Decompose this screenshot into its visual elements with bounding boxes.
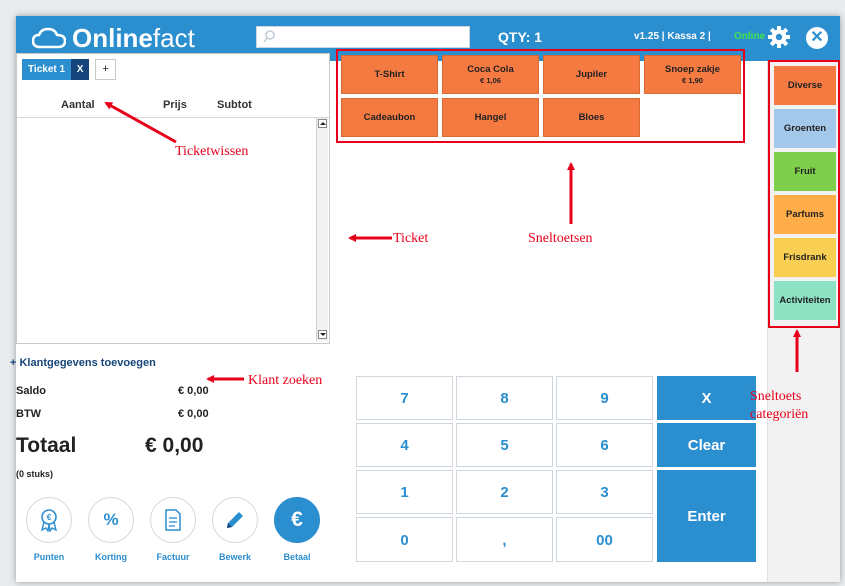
korting-button[interactable]: % [88, 497, 134, 543]
shortcut-price: € 1,90 [682, 76, 703, 85]
gear-icon [768, 26, 790, 48]
shortcut-label: Cadeaubon [363, 112, 416, 123]
logo-bold: Online [72, 22, 153, 53]
betaal-label: Betaal [283, 552, 311, 562]
shortcut-label: Jupiler [575, 69, 608, 80]
shortcut-cadeaubon[interactable]: Cadeaubon [341, 98, 438, 137]
cloud-icon [32, 27, 66, 49]
column-header-aantal: Aantal [61, 99, 95, 111]
category-activiteiten[interactable]: Activiteiten [774, 281, 836, 320]
annotation-categorien: categoriën [750, 407, 809, 422]
euro-icon: € [291, 508, 303, 531]
shortcut-bloes[interactable]: Bloes [543, 98, 640, 137]
close-icon: ✕ [810, 29, 824, 46]
annotation-sneltoetsen: Sneltoetsen [528, 231, 593, 246]
ticket-delete-button[interactable]: X [71, 59, 90, 80]
saldo-label: Saldo [16, 385, 46, 397]
scroll-down-icon[interactable] [318, 330, 327, 339]
betaal-button[interactable]: € [274, 497, 320, 543]
shortcut-label: Coca Cola [467, 64, 514, 75]
logo: Online fact [32, 22, 195, 53]
search-input[interactable] [256, 26, 470, 48]
shortcut-label: Snoep zakje [665, 64, 720, 75]
annotation-klant-zoeken: Klant zoeken [248, 373, 323, 388]
totaal-value: € 0,00 [145, 434, 204, 457]
btw-value: € 0,00 [178, 408, 209, 420]
korting-label: Korting [95, 552, 127, 562]
shortcut-label: Bloes [578, 112, 605, 123]
category-parfums[interactable]: Parfums [774, 195, 836, 234]
numpad-key-0[interactable]: 0 [356, 517, 453, 562]
percent-icon: % [103, 510, 119, 529]
punten-button[interactable]: € [26, 497, 72, 543]
shortcut-hangel[interactable]: Hangel [442, 98, 539, 137]
numpad-key-8[interactable]: 8 [456, 376, 553, 420]
factuur-button[interactable] [150, 497, 196, 543]
ticket-panel: Ticket 1 X + Aantal Prijs Subtot [16, 53, 330, 344]
ticket-tabs: Ticket 1 X + [22, 59, 117, 80]
award-icon: € [40, 509, 58, 532]
scroll-up-icon[interactable] [318, 119, 327, 128]
shortcut-label: T-Shirt [374, 69, 405, 80]
bewerk-label: Bewerk [218, 552, 252, 562]
shortcut-label: Hangel [474, 112, 507, 123]
factuur-label: Factuur [156, 552, 190, 562]
annotation-sneltoets: Sneltoets [750, 389, 802, 404]
header-divider [17, 117, 329, 118]
item-count: (0 stuks) [16, 469, 54, 479]
tab-ticket-1[interactable]: Ticket 1 [22, 59, 72, 80]
punten-label: Punten [33, 552, 65, 562]
close-button[interactable]: ✕ [806, 27, 828, 49]
saldo-value: € 0,00 [178, 385, 209, 397]
numpad-key-00[interactable]: 00 [556, 517, 653, 562]
version-register: v1.25 | Kassa 2 | [634, 31, 711, 42]
svg-text:€: € [47, 513, 52, 522]
category-fruit[interactable]: Fruit [774, 152, 836, 191]
qty-display: QTY: 1 [498, 29, 543, 45]
numpad-x-button[interactable]: X [657, 376, 756, 420]
category-groenten[interactable]: Groenten [774, 109, 836, 148]
numpad-key-6[interactable]: 6 [556, 423, 653, 467]
add-customer-link[interactable]: + Klantgegevens toevoegen [10, 357, 156, 369]
numpad-key-9[interactable]: 9 [556, 376, 653, 420]
category-diverse[interactable]: Diverse [774, 66, 836, 105]
numpad-key-4[interactable]: 4 [356, 423, 453, 467]
category-frisdrank[interactable]: Frisdrank [774, 238, 836, 277]
shortcut-jupiler[interactable]: Jupiler [543, 55, 640, 94]
numpad-enter-button[interactable]: Enter [657, 470, 756, 562]
document-icon [165, 509, 181, 531]
annotation-ticketwissen: Ticketwissen [175, 144, 249, 159]
btw-label: BTW [16, 408, 42, 420]
totaal-label: Totaal [16, 434, 77, 457]
numpad-key-comma[interactable]: , [456, 517, 553, 562]
column-header-prijs: Prijs [163, 99, 187, 111]
add-ticket-button[interactable]: + [95, 59, 117, 80]
numpad-key-1[interactable]: 1 [356, 470, 453, 514]
logo-light: fact [152, 22, 195, 53]
annotation-ticket: Ticket [393, 231, 429, 246]
search-icon [263, 30, 275, 43]
online-status: Online [734, 31, 766, 42]
numpad-key-2[interactable]: 2 [456, 470, 553, 514]
column-header-subtot: Subtot [217, 99, 252, 111]
shortcut-snoep-zakje[interactable]: Snoep zakje € 1,90 [644, 55, 741, 94]
shortcut-price: € 1,06 [480, 76, 501, 85]
ticket-scrollbar[interactable] [316, 118, 328, 341]
settings-button[interactable] [768, 26, 790, 53]
shortcut-t-shirt[interactable]: T-Shirt [341, 55, 438, 94]
pencil-icon [227, 512, 243, 528]
numpad-key-7[interactable]: 7 [356, 376, 453, 420]
shortcut-coca-cola[interactable]: Coca Cola € 1,06 [442, 55, 539, 94]
numpad-key-3[interactable]: 3 [556, 470, 653, 514]
numpad-clear-button[interactable]: Clear [657, 423, 756, 467]
bewerk-button[interactable] [212, 497, 258, 543]
numpad-key-5[interactable]: 5 [456, 423, 553, 467]
